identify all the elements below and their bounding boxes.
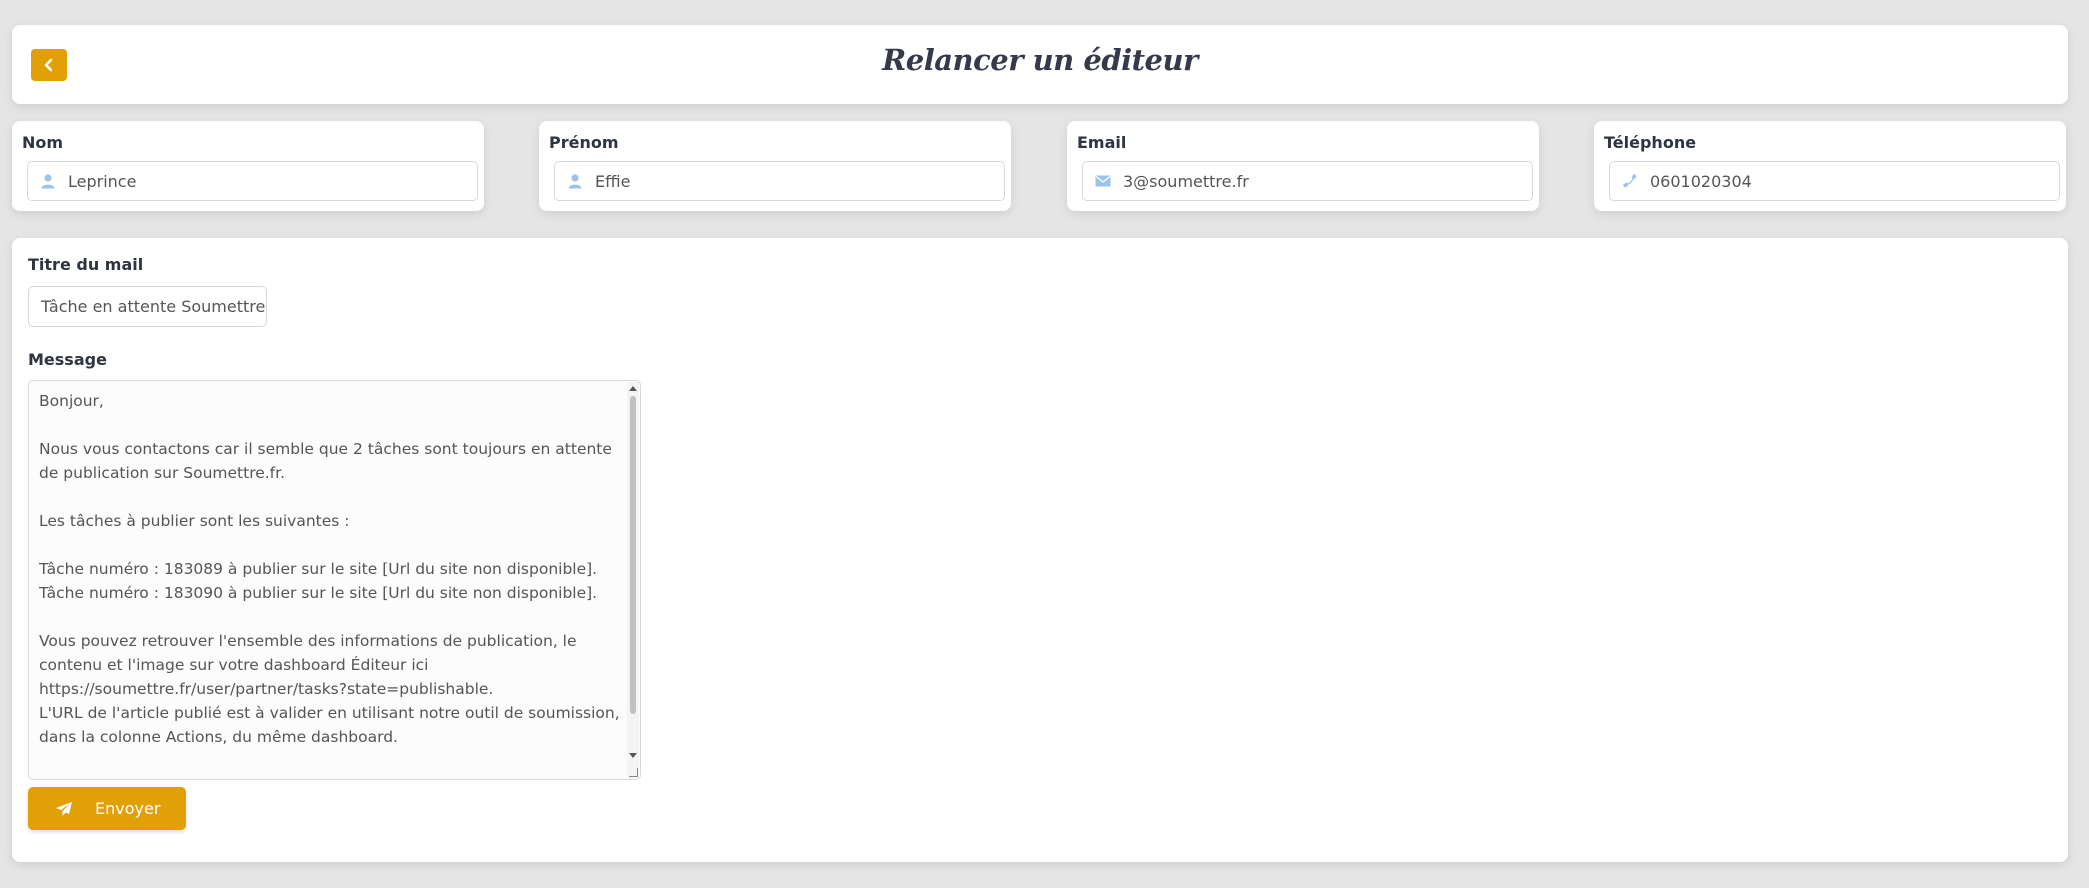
envelope-icon: [1083, 162, 1123, 200]
mail-title-label: Titre du mail: [28, 255, 144, 274]
telephone-value: 0601020304: [1650, 171, 1752, 191]
message-text: Bonjour, Nous vous contactons car il sem…: [39, 392, 620, 746]
phone-icon: [1610, 162, 1650, 200]
resize-handle-icon[interactable]: [629, 768, 638, 777]
prenom-value: Effie: [595, 171, 631, 191]
nom-card: Nom Leprince: [12, 121, 484, 211]
prenom-card: Prénom Effie: [539, 121, 1011, 211]
mail-form-card: Titre du mail Tâche en attente Soumettre…: [12, 238, 2068, 862]
user-icon: [555, 162, 595, 200]
send-button[interactable]: Envoyer: [28, 787, 186, 830]
email-card: Email 3@soumettre.fr: [1067, 121, 1539, 211]
paper-plane-icon: [55, 801, 73, 817]
telephone-card: Téléphone 0601020304: [1594, 121, 2066, 211]
mail-title-input[interactable]: Tâche en attente Soumettre.f: [28, 286, 267, 327]
nom-value: Leprince: [68, 171, 137, 191]
message-scrollbar[interactable]: [627, 382, 639, 778]
email-value: 3@soumettre.fr: [1123, 171, 1249, 191]
header-bar: Relancer un éditeur: [12, 25, 2068, 104]
page-title: Relancer un éditeur: [882, 43, 1198, 77]
nom-label: Nom: [22, 133, 64, 152]
nom-field[interactable]: Leprince: [27, 161, 478, 201]
message-label: Message: [28, 350, 107, 369]
scroll-down-icon[interactable]: [629, 753, 637, 758]
email-field[interactable]: 3@soumettre.fr: [1082, 161, 1533, 201]
prenom-label: Prénom: [549, 133, 619, 152]
telephone-label: Téléphone: [1604, 133, 1697, 152]
user-icon: [28, 162, 68, 200]
scroll-up-icon[interactable]: [629, 386, 637, 391]
prenom-field[interactable]: Effie: [554, 161, 1005, 201]
email-label: Email: [1077, 133, 1127, 152]
scroll-thumb[interactable]: [630, 396, 636, 714]
message-textarea[interactable]: Bonjour, Nous vous contactons car il sem…: [28, 380, 641, 780]
telephone-field[interactable]: 0601020304: [1609, 161, 2060, 201]
send-label: Envoyer: [95, 799, 161, 818]
